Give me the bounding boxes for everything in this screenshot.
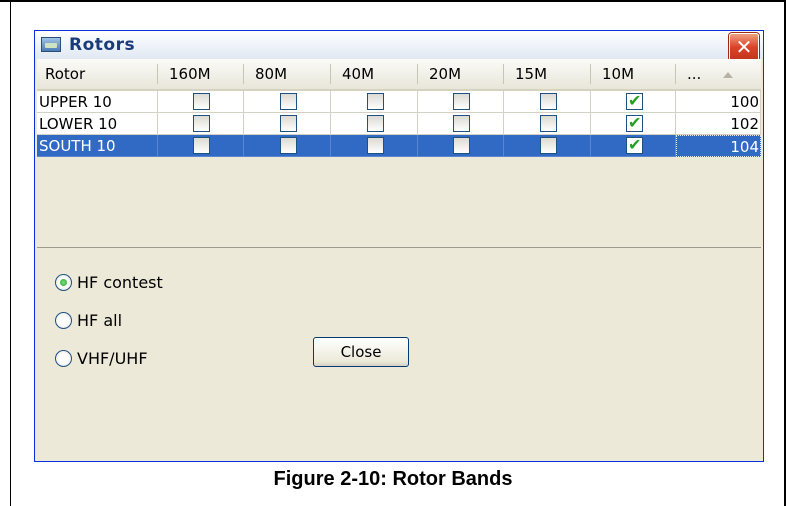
- column-header-160m[interactable]: 160M: [161, 59, 241, 89]
- rotor-value-cell[interactable]: 100: [676, 91, 761, 113]
- column-header-10m[interactable]: 10M: [594, 59, 674, 89]
- band-checkbox[interactable]: [280, 93, 297, 110]
- band-cell: [244, 135, 331, 157]
- band-checkbox[interactable]: [540, 93, 557, 110]
- close-button[interactable]: Close: [313, 337, 409, 367]
- band-cell: [158, 135, 244, 157]
- radio-option[interactable]: HF contest: [55, 273, 255, 295]
- radio-label: HF all: [77, 311, 123, 330]
- band-checkbox[interactable]: [193, 115, 210, 132]
- band-checkbox[interactable]: [453, 115, 470, 132]
- radio-label: VHF/UHF: [77, 349, 148, 368]
- column-header-more[interactable]: ...: [679, 59, 719, 89]
- document-frame-left: [10, 0, 11, 506]
- rotors-dialog: Rotors ✕ Rotor 160M 80M 40M 20M 15M 10M …: [34, 30, 764, 462]
- grid-header: Rotor 160M 80M 40M 20M 15M 10M ...: [37, 59, 761, 91]
- band-checkbox[interactable]: [367, 115, 384, 132]
- column-header-40m[interactable]: 40M: [334, 59, 414, 89]
- band-cell: [418, 91, 504, 113]
- band-checkbox[interactable]: ✔: [626, 91, 643, 110]
- title-bar[interactable]: Rotors ✕: [35, 31, 763, 61]
- rotor-name-cell[interactable]: UPPER 10: [37, 91, 158, 113]
- table-row[interactable]: SOUTH 10 ✔ 104: [37, 135, 761, 157]
- column-header-15m[interactable]: 15M: [507, 59, 587, 89]
- check-icon: ✔: [628, 113, 642, 132]
- column-header-rotor[interactable]: Rotor: [37, 59, 157, 89]
- band-cell: [244, 113, 331, 135]
- band-checkbox[interactable]: ✔: [626, 113, 643, 132]
- rotor-band-grid[interactable]: Rotor 160M 80M 40M 20M 15M 10M ... UPPER…: [37, 59, 761, 248]
- band-cell: [158, 91, 244, 113]
- column-header-80m[interactable]: 80M: [247, 59, 327, 89]
- close-icon[interactable]: ✕: [729, 33, 759, 61]
- radio-option[interactable]: VHF/UHF: [55, 349, 255, 371]
- radio-button[interactable]: [55, 274, 72, 291]
- band-cell: [331, 135, 418, 157]
- band-checkbox[interactable]: [193, 93, 210, 110]
- rotor-name-cell[interactable]: SOUTH 10: [37, 135, 158, 157]
- check-icon: ✔: [628, 135, 642, 154]
- band-checkbox[interactable]: ✔: [626, 135, 643, 154]
- band-cell: [244, 91, 331, 113]
- band-cell: [504, 91, 591, 113]
- band-cell: ✔: [591, 91, 676, 113]
- band-cell: ✔: [591, 135, 676, 157]
- rotor-name-cell[interactable]: LOWER 10: [37, 113, 158, 135]
- band-checkbox[interactable]: [540, 137, 557, 154]
- column-header-20m[interactable]: 20M: [421, 59, 501, 89]
- document-frame-top: [0, 0, 786, 2]
- band-checkbox[interactable]: [453, 93, 470, 110]
- band-checkbox[interactable]: [193, 137, 210, 154]
- band-checkbox[interactable]: [540, 115, 557, 132]
- band-cell: [504, 135, 591, 157]
- band-checkbox[interactable]: [453, 137, 470, 154]
- radio-option[interactable]: HF all: [55, 311, 255, 333]
- band-cell: [158, 113, 244, 135]
- band-checkbox[interactable]: [367, 93, 384, 110]
- rotor-app-icon: [41, 37, 61, 52]
- band-checkbox[interactable]: [367, 137, 384, 154]
- radio-button[interactable]: [55, 312, 72, 329]
- rotor-value-cell[interactable]: 104: [676, 135, 761, 157]
- radio-button[interactable]: [55, 350, 72, 367]
- table-row[interactable]: LOWER 10 ✔ 102: [37, 113, 761, 135]
- band-cell: [418, 135, 504, 157]
- table-row[interactable]: UPPER 10 ✔ 100: [37, 91, 761, 113]
- rotor-value-cell[interactable]: 102: [676, 113, 761, 135]
- check-icon: ✔: [628, 91, 642, 110]
- band-cell: [331, 113, 418, 135]
- band-cell: ✔: [591, 113, 676, 135]
- window-title: Rotors: [69, 35, 136, 55]
- band-checkbox[interactable]: [280, 137, 297, 154]
- sort-ascending-icon: [723, 72, 733, 78]
- band-cell: [418, 113, 504, 135]
- figure-caption: Figure 2-10: Rotor Bands: [273, 468, 513, 490]
- band-cell: [504, 113, 591, 135]
- radio-label: HF contest: [77, 273, 163, 292]
- band-checkbox[interactable]: [280, 115, 297, 132]
- band-cell: [331, 91, 418, 113]
